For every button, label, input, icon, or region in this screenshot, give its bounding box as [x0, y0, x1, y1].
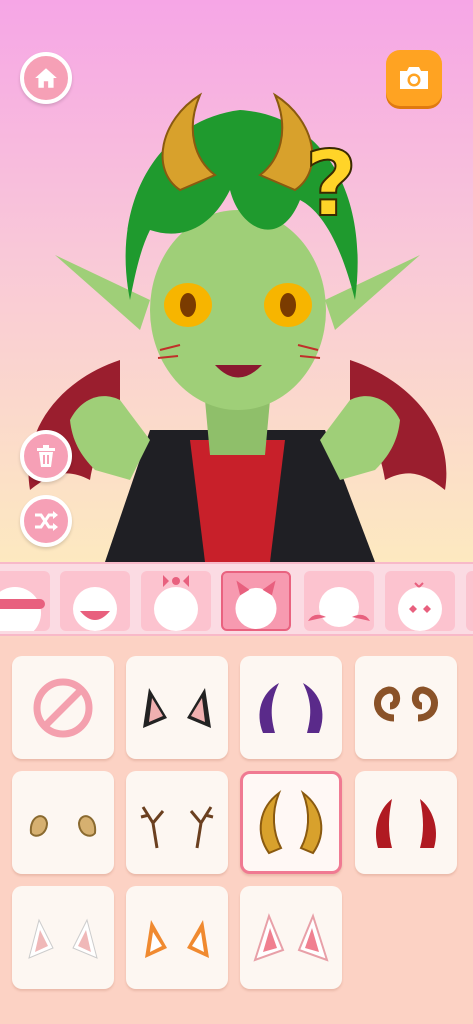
question-mark-icon: ?: [305, 132, 357, 237]
camera-icon: [400, 67, 428, 89]
item-small-curled-horns[interactable]: [12, 771, 114, 874]
category-wings[interactable]: [304, 571, 374, 631]
trash-icon: [37, 445, 55, 467]
items-grid: [0, 638, 473, 1024]
category-face-mask[interactable]: [60, 571, 130, 631]
ram-horns-icon: [374, 685, 438, 721]
antlers-icon: [140, 805, 214, 848]
small-horns-icon: [29, 814, 97, 837]
category-more[interactable]: [466, 571, 473, 631]
category-expression[interactable]: [385, 571, 455, 631]
mask-icon: [0, 587, 45, 631]
item-pink-fluffy-ears[interactable]: [240, 886, 342, 989]
item-cat-ears-black[interactable]: [126, 656, 228, 759]
category-strip: [0, 562, 473, 636]
item-gold-horns[interactable]: [240, 771, 342, 874]
item-ram-horns[interactable]: [355, 656, 457, 759]
hair-bow-icon: [154, 575, 198, 631]
item-none[interactable]: [12, 656, 114, 759]
item-white-cat-ears[interactable]: [12, 886, 114, 989]
expression-icon: [398, 582, 442, 631]
fox-ears-icon: [145, 919, 209, 958]
white-ears-icon: [28, 918, 98, 959]
cat-ears-icon: [143, 687, 211, 728]
purple-horns-icon: [259, 682, 323, 733]
category-ears-horns[interactable]: [221, 571, 291, 631]
pink-ears-icon: [253, 912, 329, 962]
wings-icon: [308, 587, 370, 627]
camera-button[interactable]: [386, 50, 442, 106]
category-mask[interactable]: [0, 571, 50, 631]
item-fox-ears[interactable]: [126, 886, 228, 989]
item-antlers[interactable]: [126, 771, 228, 874]
home-button[interactable]: [20, 52, 72, 104]
no-item-icon: [33, 678, 93, 737]
gold-horns-icon: [259, 789, 323, 854]
delete-button[interactable]: [20, 430, 72, 482]
shuffle-button[interactable]: [20, 495, 72, 547]
item-red-horns[interactable]: [355, 771, 457, 874]
shuffle-icon: [35, 511, 58, 531]
face-mask-icon: [73, 587, 117, 631]
ears-horns-icon: [235, 580, 277, 629]
character-preview: ?: [0, 0, 473, 562]
item-purple-horns[interactable]: [240, 656, 342, 759]
home-icon: [35, 68, 57, 88]
category-hair-bow[interactable]: [141, 571, 211, 631]
red-horns-icon: [375, 798, 437, 848]
